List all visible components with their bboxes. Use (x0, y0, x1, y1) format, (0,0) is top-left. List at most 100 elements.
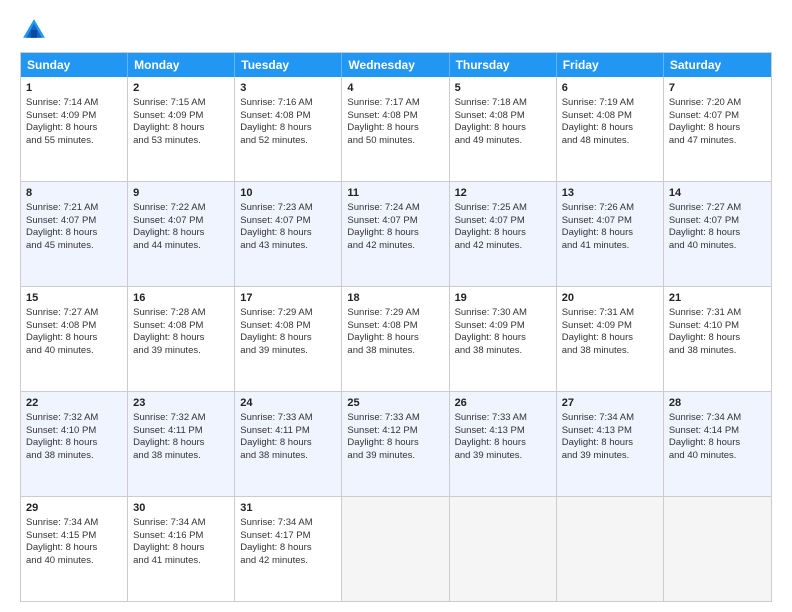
day-info-line-3: and 39 minutes. (562, 450, 630, 461)
day-info-line-2: Daylight: 8 hours (562, 227, 633, 238)
day-info-line-1: Sunset: 4:07 PM (240, 215, 310, 226)
day-number: 12 (455, 186, 551, 201)
cal-cell-day-23: 23Sunrise: 7:32 AMSunset: 4:11 PMDayligh… (128, 392, 235, 496)
day-info-line-2: Daylight: 8 hours (240, 332, 311, 343)
calendar: SundayMondayTuesdayWednesdayThursdayFrid… (20, 52, 772, 602)
calendar-header: SundayMondayTuesdayWednesdayThursdayFrid… (21, 53, 771, 77)
day-info-line-2: Daylight: 8 hours (347, 122, 418, 133)
day-info-line-3: and 38 minutes. (26, 450, 94, 461)
page: SundayMondayTuesdayWednesdayThursdayFrid… (0, 0, 792, 612)
day-info-line-3: and 52 minutes. (240, 135, 308, 146)
day-info-line-2: Daylight: 8 hours (562, 332, 633, 343)
day-number: 14 (669, 186, 766, 201)
day-info-line-3: and 39 minutes. (240, 345, 308, 356)
logo (20, 16, 52, 44)
cal-cell-day-30: 30Sunrise: 7:34 AMSunset: 4:16 PMDayligh… (128, 497, 235, 601)
cal-cell-day-29: 29Sunrise: 7:34 AMSunset: 4:15 PMDayligh… (21, 497, 128, 601)
day-info-line-3: and 42 minutes. (347, 240, 415, 251)
day-info-line-2: Daylight: 8 hours (26, 332, 97, 343)
day-info-line-2: Daylight: 8 hours (240, 227, 311, 238)
cal-cell-empty (450, 497, 557, 601)
day-info-line-0: Sunrise: 7:32 AM (26, 412, 98, 423)
day-info-line-0: Sunrise: 7:25 AM (455, 202, 527, 213)
day-info-line-0: Sunrise: 7:27 AM (669, 202, 741, 213)
day-info-line-3: and 45 minutes. (26, 240, 94, 251)
day-info-line-3: and 42 minutes. (455, 240, 523, 251)
day-info-line-2: Daylight: 8 hours (455, 332, 526, 343)
day-info-line-2: Daylight: 8 hours (455, 227, 526, 238)
day-info-line-1: Sunset: 4:13 PM (562, 425, 632, 436)
day-info-line-3: and 38 minutes. (240, 450, 308, 461)
cal-cell-day-10: 10Sunrise: 7:23 AMSunset: 4:07 PMDayligh… (235, 182, 342, 286)
day-info-line-2: Daylight: 8 hours (26, 122, 97, 133)
day-info-line-0: Sunrise: 7:34 AM (133, 517, 205, 528)
day-info-line-0: Sunrise: 7:33 AM (455, 412, 527, 423)
calendar-row-3: 15Sunrise: 7:27 AMSunset: 4:08 PMDayligh… (21, 287, 771, 392)
day-info-line-2: Daylight: 8 hours (455, 122, 526, 133)
day-info-line-2: Daylight: 8 hours (133, 542, 204, 553)
day-number: 21 (669, 291, 766, 306)
cal-cell-day-9: 9Sunrise: 7:22 AMSunset: 4:07 PMDaylight… (128, 182, 235, 286)
logo-icon (20, 16, 48, 44)
day-info-line-0: Sunrise: 7:34 AM (26, 517, 98, 528)
day-info-line-3: and 38 minutes. (347, 345, 415, 356)
cal-cell-day-25: 25Sunrise: 7:33 AMSunset: 4:12 PMDayligh… (342, 392, 449, 496)
day-number: 13 (562, 186, 658, 201)
day-info-line-2: Daylight: 8 hours (133, 122, 204, 133)
day-info-line-1: Sunset: 4:07 PM (455, 215, 525, 226)
day-info-line-2: Daylight: 8 hours (669, 332, 740, 343)
day-info-line-0: Sunrise: 7:18 AM (455, 97, 527, 108)
day-info-line-0: Sunrise: 7:28 AM (133, 307, 205, 318)
day-info-line-1: Sunset: 4:08 PM (562, 110, 632, 121)
day-info-line-3: and 42 minutes. (240, 555, 308, 566)
day-info-line-1: Sunset: 4:08 PM (26, 320, 96, 331)
header-cell-tuesday: Tuesday (235, 53, 342, 77)
calendar-row-1: 1Sunrise: 7:14 AMSunset: 4:09 PMDaylight… (21, 77, 771, 182)
day-number: 19 (455, 291, 551, 306)
day-number: 6 (562, 81, 658, 96)
day-number: 18 (347, 291, 443, 306)
cal-cell-day-22: 22Sunrise: 7:32 AMSunset: 4:10 PMDayligh… (21, 392, 128, 496)
day-info-line-0: Sunrise: 7:22 AM (133, 202, 205, 213)
day-number: 31 (240, 501, 336, 516)
header-cell-friday: Friday (557, 53, 664, 77)
day-info-line-2: Daylight: 8 hours (562, 437, 633, 448)
day-info-line-1: Sunset: 4:09 PM (133, 110, 203, 121)
day-info-line-3: and 40 minutes. (26, 555, 94, 566)
day-info-line-2: Daylight: 8 hours (240, 122, 311, 133)
day-number: 23 (133, 396, 229, 411)
day-info-line-2: Daylight: 8 hours (240, 437, 311, 448)
cal-cell-day-6: 6Sunrise: 7:19 AMSunset: 4:08 PMDaylight… (557, 77, 664, 181)
day-info-line-1: Sunset: 4:07 PM (26, 215, 96, 226)
header-cell-sunday: Sunday (21, 53, 128, 77)
day-info-line-3: and 48 minutes. (562, 135, 630, 146)
day-info-line-3: and 50 minutes. (347, 135, 415, 146)
cal-cell-day-31: 31Sunrise: 7:34 AMSunset: 4:17 PMDayligh… (235, 497, 342, 601)
day-info-line-1: Sunset: 4:12 PM (347, 425, 417, 436)
cal-cell-empty (664, 497, 771, 601)
day-info-line-3: and 38 minutes. (133, 450, 201, 461)
calendar-body: 1Sunrise: 7:14 AMSunset: 4:09 PMDaylight… (21, 77, 771, 601)
day-number: 24 (240, 396, 336, 411)
cal-cell-day-19: 19Sunrise: 7:30 AMSunset: 4:09 PMDayligh… (450, 287, 557, 391)
header-cell-saturday: Saturday (664, 53, 771, 77)
cal-cell-day-20: 20Sunrise: 7:31 AMSunset: 4:09 PMDayligh… (557, 287, 664, 391)
calendar-row-4: 22Sunrise: 7:32 AMSunset: 4:10 PMDayligh… (21, 392, 771, 497)
cal-cell-day-12: 12Sunrise: 7:25 AM Sunset: 4:07 PMDayligh… (450, 182, 557, 286)
day-info-line-2: Daylight: 8 hours (669, 122, 740, 133)
day-info-line-1: Sunset: 4:11 PM (240, 425, 310, 436)
day-number: 5 (455, 81, 551, 96)
day-info-line-3: and 40 minutes. (669, 450, 737, 461)
day-info-line-0: Sunrise: 7:34 AM (240, 517, 312, 528)
day-info-line-3: and 43 minutes. (240, 240, 308, 251)
day-info-line-1: Sunset: 4:10 PM (669, 320, 739, 331)
day-info-line-0: Sunrise: 7:26 AM (562, 202, 634, 213)
day-number: 11 (347, 186, 443, 201)
day-info-line-0: Sunrise: 7:29 AM (347, 307, 419, 318)
day-number: 29 (26, 501, 122, 516)
day-info-line-0: Sunrise: 7:21 AM (26, 202, 98, 213)
day-info-line-3: and 40 minutes. (669, 240, 737, 251)
day-info-line-2: Daylight: 8 hours (133, 332, 204, 343)
day-number: 3 (240, 81, 336, 96)
cal-cell-day-26: 26Sunrise: 7:33 AMSunset: 4:13 PMDayligh… (450, 392, 557, 496)
